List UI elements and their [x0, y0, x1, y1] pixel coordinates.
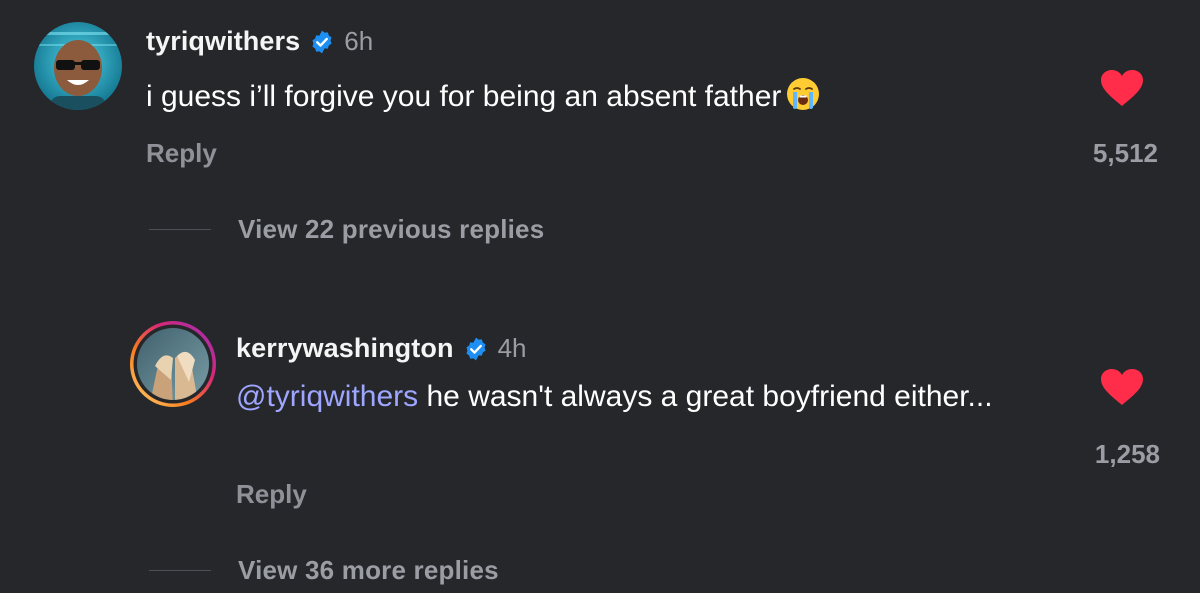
- comment-text: i guess i’ll forgive you for being an ab…: [146, 76, 1046, 123]
- avatar-image: [34, 22, 122, 110]
- comment-tyriqwithers: tyriqwithers 6h i guess i’ll forgive you…: [0, 0, 1200, 200]
- timestamp: 4h: [497, 333, 527, 363]
- comment-body: i guess i’ll forgive you for being an ab…: [146, 80, 782, 113]
- divider-line: [149, 570, 211, 571]
- username[interactable]: tyriqwithers: [146, 26, 300, 57]
- view-more-replies-label: View 36 more replies: [238, 555, 499, 585]
- view-more-replies-button[interactable]: View 36 more replies: [149, 555, 499, 586]
- avatar[interactable]: [34, 22, 122, 110]
- reply-body: he wasn't always a great boyfriend eithe…: [418, 380, 993, 413]
- verified-badge-icon: [309, 29, 335, 55]
- like-heart-icon[interactable]: [1100, 368, 1144, 406]
- view-previous-replies-button[interactable]: View 22 previous replies: [149, 214, 544, 245]
- username[interactable]: kerrywashington: [236, 333, 454, 364]
- avatar-story-ring[interactable]: [129, 320, 217, 408]
- avatar-image: [130, 321, 216, 407]
- comment-header: tyriqwithers 6h: [146, 26, 373, 57]
- verified-badge-icon: [463, 336, 489, 362]
- crying-face-icon: [785, 76, 821, 123]
- view-previous-replies-label: View 22 previous replies: [238, 214, 545, 244]
- like-count: 5,512: [1092, 138, 1158, 168]
- mention-link[interactable]: @tyriqwithers: [236, 380, 418, 413]
- reply-button[interactable]: Reply: [146, 138, 217, 169]
- like-count: 1,258: [1094, 439, 1160, 469]
- like-heart-icon[interactable]: [1100, 69, 1144, 107]
- reply-text: @tyriqwithers he wasn't always a great b…: [236, 377, 1026, 417]
- reply-button[interactable]: Reply: [236, 479, 307, 510]
- comments-thread: tyriqwithers 6h i guess i’ll forgive you…: [0, 0, 1200, 593]
- timestamp: 6h: [344, 26, 374, 56]
- reply-header: kerrywashington 4h: [236, 333, 526, 364]
- divider-line: [149, 229, 211, 230]
- reply-kerrywashington: kerrywashington 4h @tyriqwithers he wasn…: [0, 300, 1200, 530]
